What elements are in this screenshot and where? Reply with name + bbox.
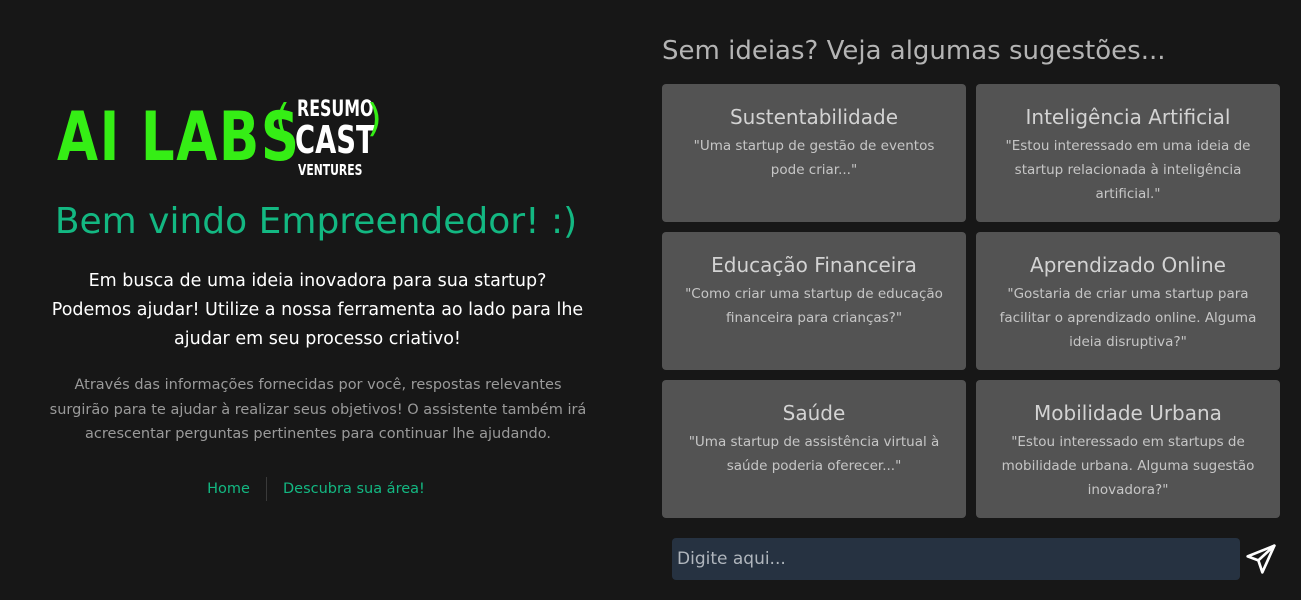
suggestions-panel: Sem ideias? Veja algumas sugestões... Su… bbox=[662, 0, 1282, 600]
suggestion-card-title: Mobilidade Urbana bbox=[1034, 401, 1222, 425]
nav-link-descubra[interactable]: Descubra sua área! bbox=[267, 476, 441, 502]
logo-paren-close: ) bbox=[367, 96, 382, 140]
logo-ventures-text: VENTURES bbox=[298, 161, 363, 179]
ai-labs-logo: AI LABS ( RESUMO CAST VENTURES ) bbox=[57, 96, 397, 186]
send-button[interactable] bbox=[1242, 540, 1280, 578]
suggestions-title: Sem ideias? Veja algumas sugestões... bbox=[662, 36, 1166, 66]
suggestion-card-title: Inteligência Artificial bbox=[1025, 105, 1231, 129]
suggestion-card-title: Aprendizado Online bbox=[1030, 253, 1226, 277]
chat-input[interactable] bbox=[672, 538, 1240, 580]
logo-paren-open: ( bbox=[275, 96, 290, 140]
suggestion-card-title: Saúde bbox=[782, 401, 846, 425]
logo-brand-text: AI LABS bbox=[57, 98, 301, 177]
logo-cast-text: CAST bbox=[295, 118, 375, 162]
description-text: Através das informações fornecidas por v… bbox=[49, 377, 587, 442]
welcome-panel: AI LABS ( RESUMO CAST VENTURES ) Bem vin… bbox=[0, 0, 632, 600]
suggestion-card-inteligencia-artificial[interactable]: Inteligência Artificial "Estou interessa… bbox=[976, 84, 1280, 222]
suggestion-card-text: "Uma startup de assistência virtual à sa… bbox=[688, 434, 940, 474]
suggestion-card-text: "Uma startup de gestão de eventos pode c… bbox=[693, 138, 935, 178]
app-page: AI LABS ( RESUMO CAST VENTURES ) Bem vin… bbox=[0, 0, 1301, 600]
suggestion-card-sustentabilidade[interactable]: Sustentabilidade "Uma startup de gestão … bbox=[662, 84, 966, 222]
footer-nav: Home Descubra sua área! bbox=[0, 476, 632, 502]
nav-link-home[interactable]: Home bbox=[191, 476, 266, 502]
suggestion-card-mobilidade-urbana[interactable]: Mobilidade Urbana "Estou interessado em … bbox=[976, 380, 1280, 518]
suggestion-card-text: "Gostaria de criar uma startup para faci… bbox=[999, 286, 1257, 350]
suggestion-card-saude[interactable]: Saúde "Uma startup de assistência virtua… bbox=[662, 380, 966, 518]
suggestion-card-title: Educação Financeira bbox=[711, 253, 917, 277]
suggestion-card-text: "Estou interessado em startups de mobili… bbox=[1001, 434, 1255, 498]
intro-text: Em busca de uma ideia inovadora para sua… bbox=[51, 271, 584, 349]
paper-plane-icon bbox=[1246, 544, 1276, 574]
suggestion-card-title: Sustentabilidade bbox=[729, 105, 899, 129]
suggestion-card-educacao-financeira[interactable]: Educação Financeira "Como criar uma star… bbox=[662, 232, 966, 370]
suggestion-card-text: "Como criar uma startup de educação fina… bbox=[685, 286, 943, 326]
welcome-heading: Bem vindo Empreendedor! :) bbox=[54, 201, 578, 242]
suggestion-card-text: "Estou interessado em uma ideia de start… bbox=[1005, 138, 1251, 202]
suggestion-card-aprendizado-online[interactable]: Aprendizado Online "Gostaria de criar um… bbox=[976, 232, 1280, 370]
